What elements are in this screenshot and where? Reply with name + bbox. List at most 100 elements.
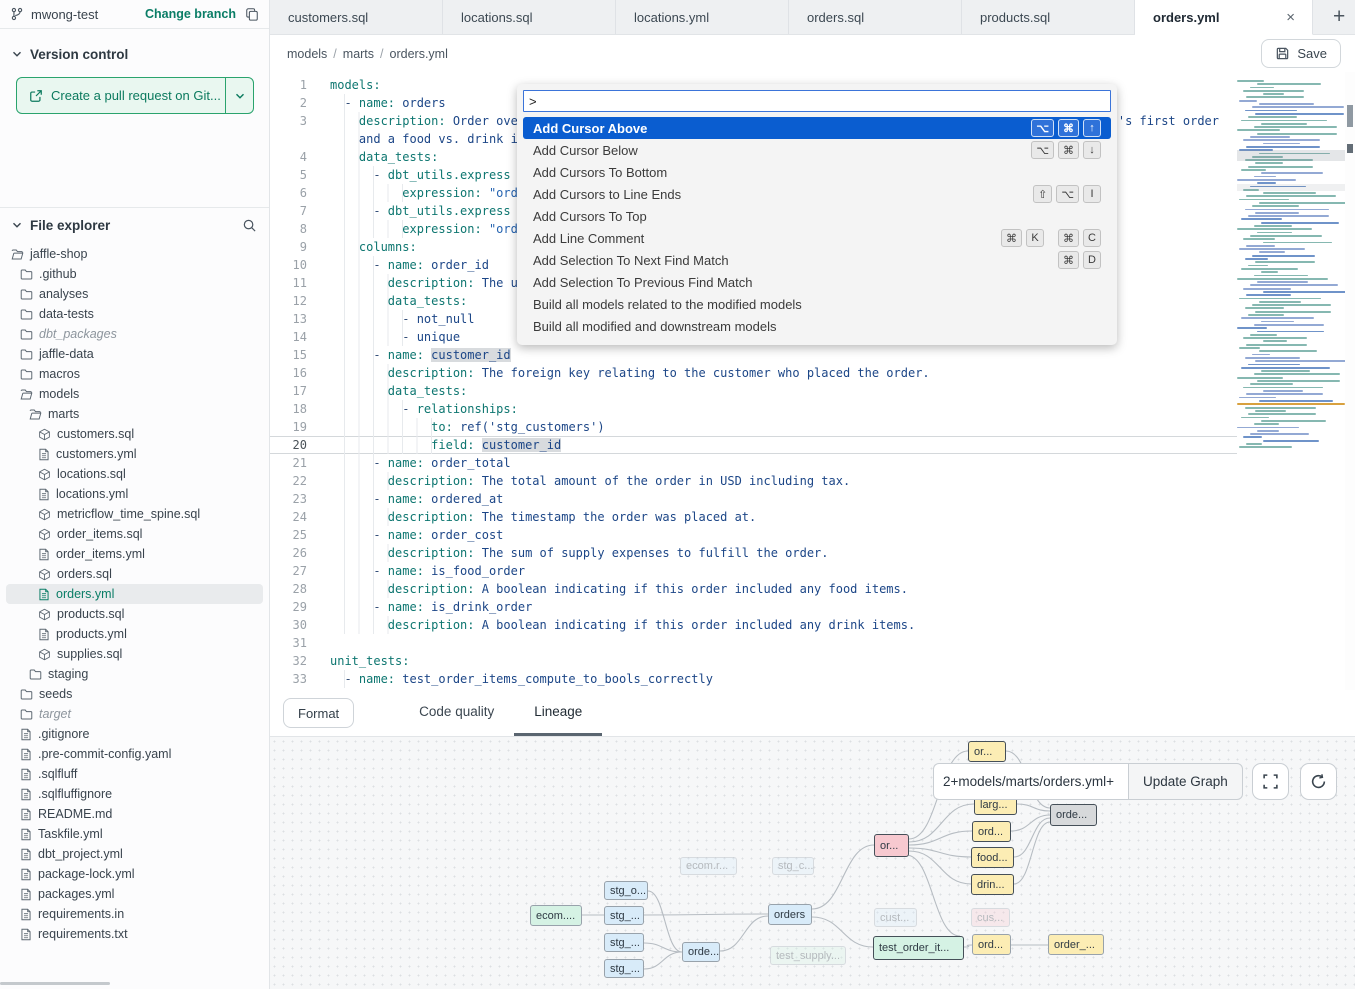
lineage-node[interactable]: order_...	[1048, 934, 1104, 955]
code-line[interactable]: 26 description: The sum of supply expens…	[270, 544, 1237, 562]
tab-orders.yml[interactable]: orders.yml×	[1135, 0, 1313, 35]
code-line[interactable]: 22 description: The total amount of the …	[270, 472, 1237, 490]
code-line[interactable]: 28 description: A boolean indicating if …	[270, 580, 1237, 598]
folder-item[interactable]: .github	[6, 264, 263, 284]
create-pr-button[interactable]: Create a pull request on Git...	[16, 77, 254, 114]
lineage-node[interactable]: orde...	[1050, 804, 1097, 826]
copy-branch-icon[interactable]	[245, 7, 259, 21]
code-line[interactable]: 24 description: The timestamp the order …	[270, 508, 1237, 526]
file-item[interactable]: Taskfile.yml	[6, 824, 263, 844]
folder-item[interactable]: analyses	[6, 284, 263, 304]
panel-tab-code-quality[interactable]: Code quality	[399, 690, 514, 736]
file-explorer-header[interactable]: File explorer	[0, 208, 269, 242]
file-item[interactable]: .sqlfluff	[6, 764, 263, 784]
lineage-node[interactable]: or...	[968, 741, 1006, 762]
lineage-node[interactable]: ecom....	[530, 905, 582, 926]
lineage-node[interactable]: orders	[768, 904, 812, 925]
folder-item[interactable]: staging	[6, 664, 263, 684]
file-item[interactable]: requirements.in	[6, 904, 263, 924]
folder-item[interactable]: marts	[6, 404, 263, 424]
code-line[interactable]: 21 - name: order_total	[270, 454, 1237, 472]
file-item[interactable]: package-lock.yml	[6, 864, 263, 884]
file-item[interactable]: README.md	[6, 804, 263, 824]
file-item[interactable]: products.sql	[6, 604, 263, 624]
code-line[interactable]: 32unit_tests:	[270, 652, 1237, 670]
file-item[interactable]: metricflow_time_spine.sql	[6, 504, 263, 524]
tab-locations.sql[interactable]: locations.sql	[443, 0, 616, 34]
code-line[interactable]: 25 - name: order_cost	[270, 526, 1237, 544]
tab-locations.yml[interactable]: locations.yml	[616, 0, 789, 34]
lineage-node[interactable]: test_order_it...	[873, 936, 964, 960]
file-item[interactable]: supplies.sql	[6, 644, 263, 664]
file-item[interactable]: .sqlfluffignore	[6, 784, 263, 804]
lineage-filter-input[interactable]	[933, 763, 1128, 800]
fullscreen-button[interactable]	[1252, 763, 1289, 800]
lineage-node[interactable]: or...	[874, 834, 909, 857]
palette-item[interactable]: Add Cursor Below⌥⌘↓	[523, 139, 1111, 161]
search-icon[interactable]	[242, 218, 257, 233]
lineage-node[interactable]: cus...	[971, 908, 1010, 927]
command-palette-input[interactable]	[523, 90, 1111, 112]
breadcrumb-models[interactable]: models	[287, 47, 327, 61]
code-line[interactable]: 23 - name: ordered_at	[270, 490, 1237, 508]
code-line[interactable]: 27 - name: is_food_order	[270, 562, 1237, 580]
palette-item[interactable]: Build all modified and downstream models	[523, 315, 1111, 337]
file-item[interactable]: orders.sql	[6, 564, 263, 584]
folder-item[interactable]: jaffle-data	[6, 344, 263, 364]
folder-item[interactable]: dbt_packages	[6, 324, 263, 344]
file-item[interactable]: customers.yml	[6, 444, 263, 464]
file-item[interactable]: dbt_project.yml	[6, 844, 263, 864]
minimap[interactable]	[1237, 80, 1345, 530]
code-line[interactable]: 20 field: customer_id	[270, 436, 1237, 454]
lineage-node[interactable]: cust...	[874, 908, 917, 927]
code-line[interactable]: 17 data_tests:	[270, 382, 1237, 400]
file-item[interactable]: products.yml	[6, 624, 263, 644]
code-line[interactable]: 30 description: A boolean indicating if …	[270, 616, 1237, 634]
folder-item[interactable]: target	[6, 704, 263, 724]
lineage-node[interactable]: test_supply...	[770, 946, 846, 965]
panel-tab-lineage[interactable]: Lineage	[514, 690, 602, 736]
file-item[interactable]: .pre-commit-config.yaml	[6, 744, 263, 764]
folder-item[interactable]: jaffle-shop	[6, 244, 263, 264]
palette-item[interactable]: Add Line Comment⌘K⌘C	[523, 227, 1111, 249]
palette-item[interactable]: Add Cursors To Bottom	[523, 161, 1111, 183]
code-line[interactable]: 31	[270, 634, 1237, 652]
sidebar-hscrollbar[interactable]	[0, 982, 270, 986]
lineage-node[interactable]: ord...	[972, 821, 1011, 842]
folder-item[interactable]: data-tests	[6, 304, 263, 324]
palette-item[interactable]: Add Cursor Above⌥⌘↑	[523, 117, 1111, 139]
file-item[interactable]: order_items.sql	[6, 524, 263, 544]
palette-item[interactable]: Add Cursors To Top	[523, 205, 1111, 227]
pr-dropdown-chevron[interactable]	[225, 78, 253, 113]
format-button[interactable]: Format	[283, 698, 354, 728]
code-line[interactable]: 16 description: The foreign key relating…	[270, 364, 1237, 382]
code-line[interactable]: 18 - relationships:	[270, 400, 1237, 418]
tab-customers.sql[interactable]: customers.sql	[270, 0, 443, 34]
lineage-node[interactable]: stg_...	[604, 959, 644, 978]
lineage-node[interactable]: stg_...	[604, 933, 644, 952]
palette-item[interactable]: Add Cursors to Line Ends⇧⌥I	[523, 183, 1111, 205]
code-line[interactable]: 19 to: ref('stg_customers')	[270, 418, 1237, 436]
save-button[interactable]: Save	[1261, 39, 1341, 68]
code-line[interactable]: 15 - name: customer_id	[270, 346, 1237, 364]
change-branch-link[interactable]: Change branch	[145, 7, 236, 21]
file-item[interactable]: requirements.txt	[6, 924, 263, 944]
folder-item[interactable]: models	[6, 384, 263, 404]
lineage-canvas[interactable]: Update Graph ecom.r...stg_c...stg_o...ec…	[270, 737, 1355, 989]
tab-orders.sql[interactable]: orders.sql	[789, 0, 962, 34]
update-graph-button[interactable]: Update Graph	[1128, 763, 1243, 800]
breadcrumb-file[interactable]: orders.yml	[390, 47, 448, 61]
lineage-node[interactable]: orde...	[682, 942, 720, 962]
file-item[interactable]: locations.yml	[6, 484, 263, 504]
file-item[interactable]: customers.sql	[6, 424, 263, 444]
close-tab-icon[interactable]: ×	[1283, 9, 1298, 26]
lineage-node[interactable]: drin...	[971, 874, 1014, 895]
breadcrumb-marts[interactable]: marts	[343, 47, 374, 61]
lineage-node[interactable]: food...	[971, 847, 1014, 868]
folder-item[interactable]: macros	[6, 364, 263, 384]
palette-item[interactable]: Add Selection To Previous Find Match	[523, 271, 1111, 293]
code-line[interactable]: 33 - name: test_order_items_compute_to_b…	[270, 670, 1237, 688]
code-line[interactable]: 29 - name: is_drink_order	[270, 598, 1237, 616]
file-item[interactable]: orders.yml	[6, 584, 263, 604]
version-control-header[interactable]: Version control	[0, 37, 269, 71]
